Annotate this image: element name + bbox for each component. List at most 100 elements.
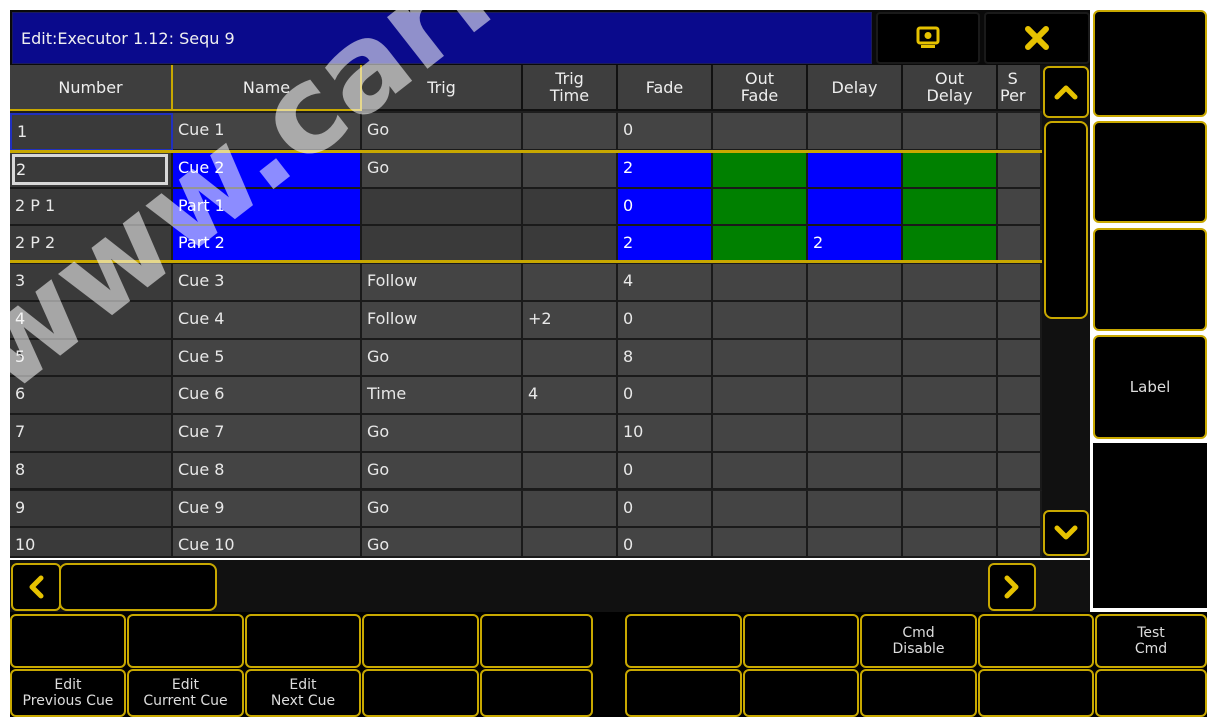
bottom-btn-3[interactable] (245, 614, 361, 668)
cell-s-per[interactable] (998, 151, 1042, 189)
cell-delay[interactable] (808, 528, 903, 558)
cell-fade[interactable]: 4 (618, 264, 713, 302)
cell-name[interactable]: Cue 9 (173, 491, 362, 528)
bottom-btn-7[interactable] (743, 614, 859, 668)
cell-delay[interactable]: 2 (808, 226, 903, 264)
bottom-btn-15[interactable] (480, 669, 593, 717)
cell-s-per[interactable] (998, 491, 1042, 528)
close-button[interactable] (984, 12, 1090, 64)
cell-trig-time[interactable] (523, 491, 618, 528)
cell-out-fade[interactable] (713, 113, 808, 151)
cell-number[interactable]: 4 (10, 302, 173, 340)
col-out-fade-header[interactable]: Out Fade (713, 65, 808, 111)
cell-out-delay[interactable] (903, 151, 998, 189)
cell-out-fade[interactable] (713, 377, 808, 415)
cell-fade[interactable]: 0 (618, 491, 713, 528)
cmd-disable-button[interactable]: Cmd Disable (860, 614, 977, 668)
cell-name[interactable]: Cue 8 (173, 453, 362, 490)
side-button-3[interactable] (1093, 228, 1207, 331)
cell-fade[interactable]: 8 (618, 340, 713, 377)
cell-trig[interactable]: Go (362, 151, 523, 189)
col-out-delay-header[interactable]: Out Delay (903, 65, 998, 111)
cell-out-delay[interactable] (903, 264, 998, 302)
bottom-btn-5[interactable] (480, 614, 593, 668)
cell-out-delay[interactable] (903, 226, 998, 264)
bottom-btn-18[interactable] (860, 669, 977, 717)
cell-name[interactable]: Cue 2 (173, 151, 362, 189)
cell-trig-time[interactable] (523, 113, 618, 151)
cell-trig-time[interactable] (523, 151, 618, 189)
cell-delay[interactable] (808, 302, 903, 340)
col-trig-header[interactable]: Trig (362, 65, 523, 111)
cell-trig[interactable]: Go (362, 453, 523, 490)
cell-delay[interactable] (808, 377, 903, 415)
cell-s-per[interactable] (998, 302, 1042, 340)
cell-name[interactable]: Cue 7 (173, 415, 362, 453)
cell-out-delay[interactable] (903, 415, 998, 453)
cell-trig-time[interactable] (523, 415, 618, 453)
scroll-down-button[interactable] (1043, 510, 1089, 556)
bottom-btn-17[interactable] (743, 669, 859, 717)
cell-s-per[interactable] (998, 340, 1042, 377)
cell-name[interactable]: Part 2 (173, 226, 362, 264)
cell-s-per[interactable] (998, 113, 1042, 151)
bottom-btn-19[interactable] (978, 669, 1094, 717)
cell-number[interactable]: 5 (10, 340, 173, 377)
cell-delay[interactable] (808, 264, 903, 302)
cell-delay[interactable] (808, 151, 903, 189)
cell-number[interactable]: 6 (10, 377, 173, 415)
cell-s-per[interactable] (998, 528, 1042, 558)
cell-fade[interactable]: 10 (618, 415, 713, 453)
cell-trig[interactable]: Time (362, 377, 523, 415)
cell-out-fade[interactable] (713, 226, 808, 264)
bottom-btn-1[interactable] (10, 614, 126, 668)
cell-fade[interactable]: 0 (618, 302, 713, 340)
cell-out-fade[interactable] (713, 189, 808, 226)
side-button-1[interactable] (1093, 10, 1207, 117)
bottom-btn-4[interactable] (362, 614, 479, 668)
cell-out-delay[interactable] (903, 377, 998, 415)
cell-out-fade[interactable] (713, 340, 808, 377)
cell-trig-time[interactable] (523, 264, 618, 302)
cell-trig[interactable] (362, 226, 523, 264)
cell-fade[interactable]: 0 (618, 113, 713, 151)
cell-number[interactable]: 8 (10, 453, 173, 490)
cell-trig-time[interactable] (523, 340, 618, 377)
cell-trig[interactable]: Go (362, 528, 523, 558)
bottom-btn-2[interactable] (127, 614, 244, 668)
cell-trig[interactable]: Go (362, 113, 523, 151)
scroll-left-button[interactable] (11, 563, 61, 611)
cell-trig[interactable] (362, 189, 523, 226)
cell-out-fade[interactable] (713, 264, 808, 302)
cell-out-delay[interactable] (903, 340, 998, 377)
cell-number[interactable]: 2 P 2 (10, 226, 173, 264)
cell-name[interactable]: Cue 1 (173, 113, 362, 151)
cell-fade[interactable]: 0 (618, 377, 713, 415)
edit-next-cue-button[interactable]: Edit Next Cue (245, 669, 361, 717)
cell-out-delay[interactable] (903, 453, 998, 490)
test-cmd-button[interactable]: Test Cmd (1095, 614, 1207, 668)
cell-out-delay[interactable] (903, 189, 998, 226)
cell-number[interactable]: 9 (10, 491, 173, 528)
col-trig-time-header[interactable]: Trig Time (523, 65, 618, 111)
cell-number[interactable]: 2 P 1 (10, 189, 173, 226)
cell-fade[interactable]: 0 (618, 453, 713, 490)
cell-trig[interactable]: Follow (362, 264, 523, 302)
cell-fade[interactable]: 0 (618, 528, 713, 558)
col-s-per-header[interactable]: S Per (998, 65, 1042, 111)
cell-out-fade[interactable] (713, 151, 808, 189)
cell-fade[interactable]: 2 (618, 226, 713, 264)
label-button[interactable]: Label (1093, 335, 1207, 439)
cell-number[interactable]: 7 (10, 415, 173, 453)
cell-delay[interactable] (808, 491, 903, 528)
cell-trig-time[interactable] (523, 189, 618, 226)
col-fade-header[interactable]: Fade (618, 65, 713, 111)
col-number-header[interactable]: Number (10, 65, 173, 111)
cell-number[interactable]: 2 (10, 151, 173, 189)
cell-s-per[interactable] (998, 377, 1042, 415)
cell-out-fade[interactable] (713, 453, 808, 490)
cell-s-per[interactable] (998, 189, 1042, 226)
bottom-btn-9[interactable] (978, 614, 1094, 668)
cell-out-delay[interactable] (903, 528, 998, 558)
bottom-btn-20[interactable] (1095, 669, 1207, 717)
